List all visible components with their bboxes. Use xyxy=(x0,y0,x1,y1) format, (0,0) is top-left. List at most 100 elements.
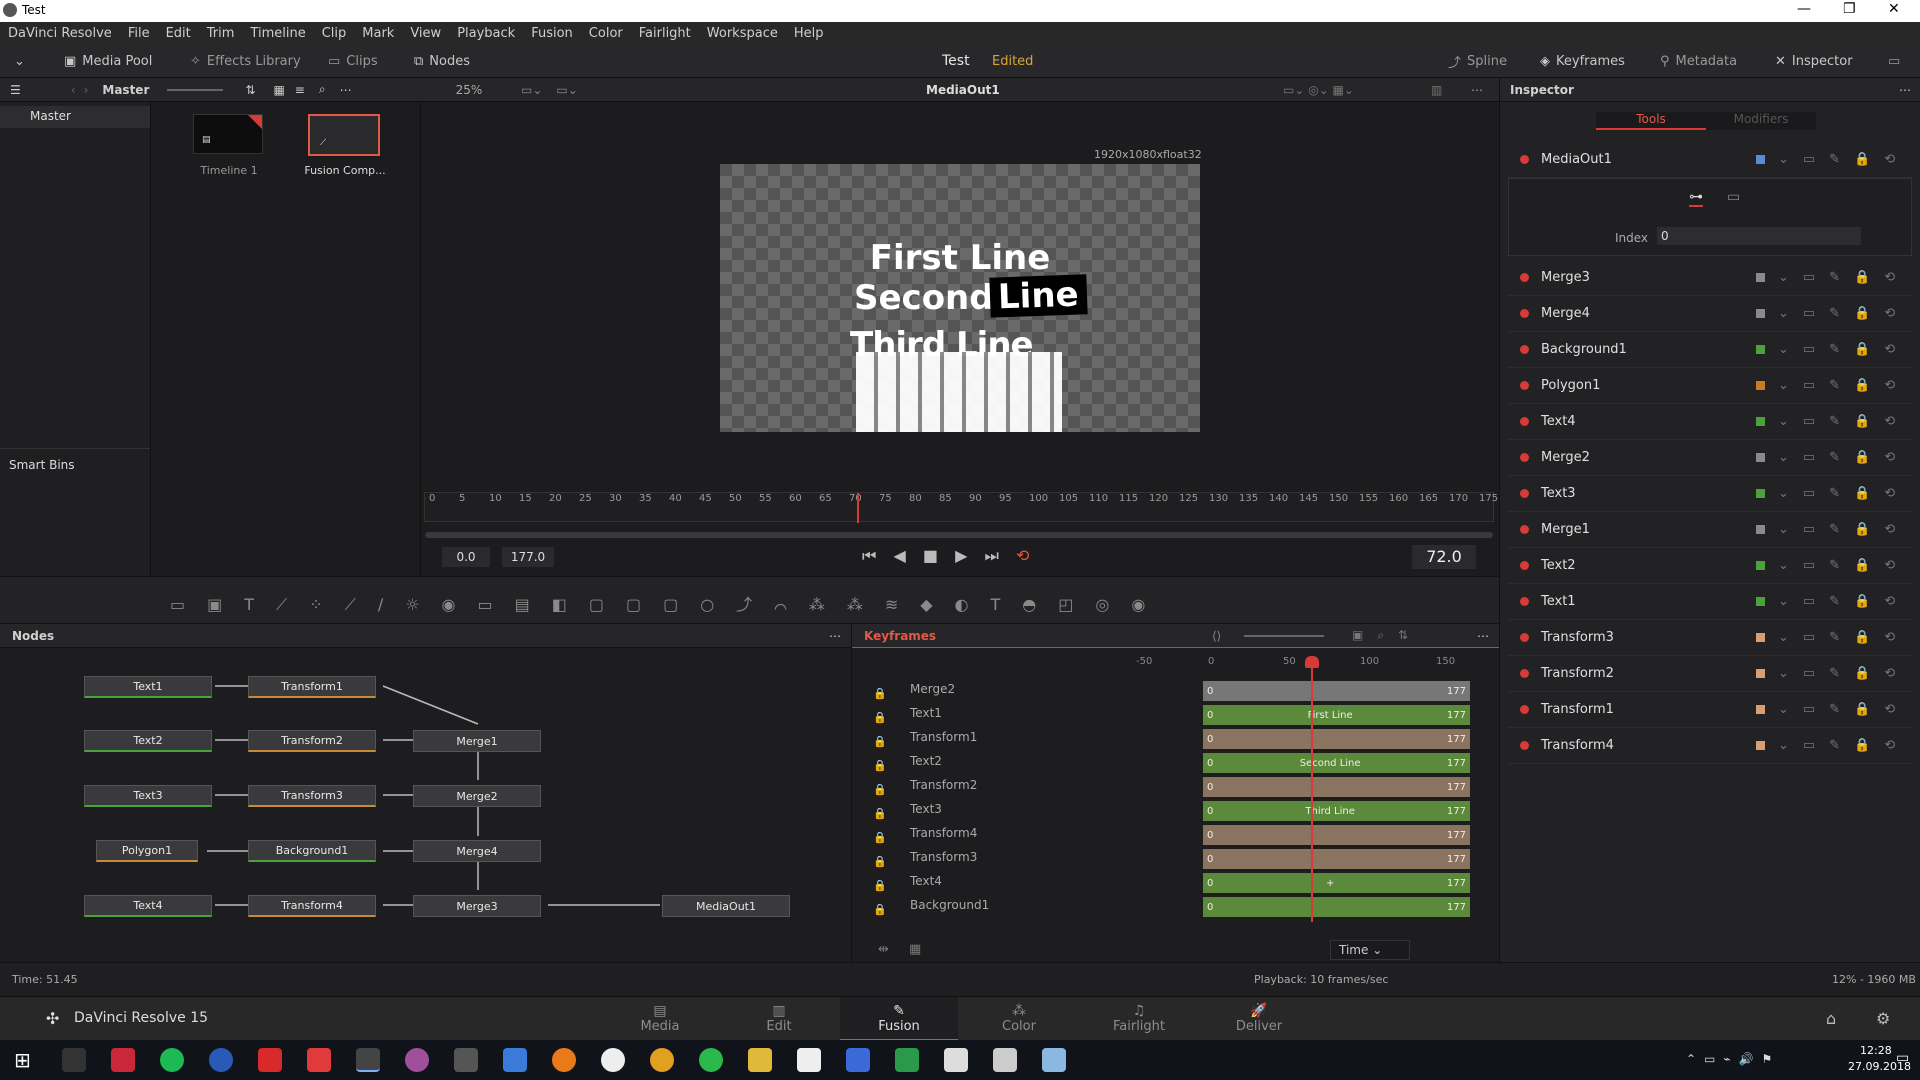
kf-bar[interactable]: 0 First Line 177 xyxy=(1203,705,1470,725)
node-transform4[interactable]: Transform4 xyxy=(248,895,376,917)
inspector-tool-row[interactable]: Polygon1 ⌄▭✎🔒⟲ xyxy=(1508,368,1912,404)
media-pool-button[interactable]: ▣ Media Pool xyxy=(64,44,152,78)
kf-track-name[interactable]: Merge2 xyxy=(910,682,955,696)
photo-app-icon[interactable] xyxy=(405,1048,429,1072)
back-icon[interactable]: ‹ xyxy=(71,83,76,97)
dual-view-icon[interactable]: ▥ xyxy=(1431,83,1442,97)
sort-icon[interactable]: ⇅ xyxy=(245,83,255,97)
page-fairlight[interactable]: ♫ Fairlight xyxy=(1080,997,1198,1041)
tool-row-icons[interactable]: ⌄▭✎🔒⟲ xyxy=(1778,414,1909,429)
node-merge4[interactable]: Merge4 xyxy=(413,840,541,862)
tool-color-swatch[interactable] xyxy=(1756,155,1765,164)
zoom-select[interactable]: 25% xyxy=(439,83,499,97)
tool-row-icons[interactable]: ⌄▭✎🔒⟲ xyxy=(1778,738,1909,753)
lock-icons[interactable]: 🔒 🔒 🔒 🔒 🔒 🔒 🔒 🔒 🔒 🔒 xyxy=(873,682,887,922)
inspector-tool-row[interactable]: Merge3 ⌄▭✎🔒⟲ xyxy=(1508,260,1912,296)
tool-color-swatch[interactable] xyxy=(1756,525,1765,534)
close-icon[interactable]: ✕ xyxy=(1888,1,1900,17)
tool-enable-dot[interactable] xyxy=(1520,669,1529,678)
tool-color-swatch[interactable] xyxy=(1756,597,1765,606)
kf-track-name[interactable]: Text2 xyxy=(910,754,942,768)
tool-row-icons[interactable]: ⌄▭✎🔒⟲ xyxy=(1778,630,1909,645)
kf-bar[interactable]: 0 177 xyxy=(1203,825,1470,845)
tool-color-swatch[interactable] xyxy=(1756,381,1765,390)
folder-icon[interactable] xyxy=(748,1048,772,1072)
kf-track-name[interactable]: Text3 xyxy=(910,802,942,816)
current-time-field[interactable]: 72.0 xyxy=(1412,545,1476,569)
tool-color-swatch[interactable] xyxy=(1756,633,1765,642)
tool-enable-dot[interactable] xyxy=(1520,155,1529,164)
tool-enable-dot[interactable] xyxy=(1520,525,1529,534)
node-text4[interactable]: Text4 xyxy=(84,895,212,917)
tab-modifiers[interactable]: Modifiers xyxy=(1706,112,1816,130)
game-icon[interactable] xyxy=(454,1048,478,1072)
tool-color-swatch[interactable] xyxy=(1756,309,1765,318)
kf-track-name[interactable]: Transform4 xyxy=(910,826,977,840)
kf-playhead[interactable] xyxy=(1311,664,1313,922)
fullscreen-icon[interactable]: ▭ xyxy=(1888,44,1900,78)
unreal-icon[interactable] xyxy=(601,1048,625,1072)
kf-bar[interactable]: 0 177 xyxy=(1203,729,1470,749)
tool-row-icons[interactable]: ⌄▭✎🔒⟲ xyxy=(1778,450,1909,465)
tool-enable-dot[interactable] xyxy=(1520,633,1529,642)
keyframes-more-icon[interactable]: ⋯ xyxy=(1477,629,1489,643)
kf-bar[interactable]: 0 177 xyxy=(1203,681,1470,701)
menu-davinci[interactable]: DaVinci Resolve xyxy=(0,26,120,41)
kf-track-name[interactable]: Transform1 xyxy=(910,730,977,744)
menu-trim[interactable]: Trim xyxy=(199,26,243,41)
effects-library-button[interactable]: ✧ Effects Library xyxy=(190,44,301,78)
start-time-field[interactable]: 0.0 xyxy=(442,547,490,567)
browser-icon[interactable] xyxy=(209,1048,233,1072)
controls-tab-icon[interactable]: ⊶ xyxy=(1689,189,1703,207)
kf-bar[interactable]: 0 177 xyxy=(1203,849,1470,869)
node-text3[interactable]: Text3 xyxy=(84,785,212,807)
tool-enable-dot[interactable] xyxy=(1520,345,1529,354)
tool-row-icons[interactable]: ⌄▭✎🔒⟲ xyxy=(1778,594,1909,609)
tool-enable-dot[interactable] xyxy=(1520,741,1529,750)
inspector-tool-row[interactable]: Transform4 ⌄▭✎🔒⟲ xyxy=(1508,728,1912,764)
step-back-icon[interactable]: ◀ xyxy=(894,546,906,565)
kf-bar[interactable]: 0 177 xyxy=(1203,897,1470,917)
menu-timeline[interactable]: Timeline xyxy=(242,26,313,41)
tool-icons[interactable]: ▭▣T⟋⁘⟋∕☼◉▭▤◧▢▢▢○⤴⌒⁂⁂≋◆◐T◓◰◎◉ xyxy=(170,591,1167,615)
panel-toggle-button[interactable]: ⌄ xyxy=(14,44,25,78)
keyframe-tool-icons[interactable]: ▣⌕⇅ xyxy=(1352,628,1422,643)
tool-row-icons[interactable]: ⌄▭✎🔒⟲ xyxy=(1778,666,1909,681)
inspector-tool-row[interactable]: Text2 ⌄▭✎🔒⟲ xyxy=(1508,548,1912,584)
tool-enable-dot[interactable] xyxy=(1520,453,1529,462)
start-icon[interactable]: ⊞ xyxy=(14,1048,31,1072)
kf-bar[interactable]: 0 177 xyxy=(1203,777,1470,797)
tool-enable-dot[interactable] xyxy=(1520,309,1529,318)
node-text2[interactable]: Text2 xyxy=(84,730,212,752)
tool-enable-dot[interactable] xyxy=(1520,417,1529,426)
maximize-icon[interactable]: ❐ xyxy=(1843,1,1856,17)
kf-track-name[interactable]: Text4 xyxy=(910,874,942,888)
kf-playhead-handle[interactable] xyxy=(1305,656,1319,668)
bin-master[interactable]: Master xyxy=(0,106,150,128)
viewer-layout-icon[interactable]: ▭⌄ xyxy=(521,83,542,97)
page-edit[interactable]: ▥ Edit xyxy=(720,997,838,1041)
inspector-tool-row[interactable]: Text4 ⌄▭✎🔒⟲ xyxy=(1508,404,1912,440)
edit-app-icon[interactable] xyxy=(503,1048,527,1072)
menu-fusion[interactable]: Fusion xyxy=(523,26,581,41)
menu-help[interactable]: Help xyxy=(786,26,832,41)
inspector-tool-row[interactable]: Merge4 ⌄▭✎🔒⟲ xyxy=(1508,296,1912,332)
tool-color-swatch[interactable] xyxy=(1756,741,1765,750)
metadata-button[interactable]: ⚲ Metadata xyxy=(1660,44,1737,78)
time-ruler[interactable]: 0 5 10 15 20 25 30 35 40 45 50 55 60 65 … xyxy=(424,492,1498,523)
tool-row-icons[interactable]: ⌄▭✎🔒⟲ xyxy=(1778,378,1909,393)
menu-color[interactable]: Color xyxy=(581,26,631,41)
inspector-tool-row[interactable]: Merge2 ⌄▭✎🔒⟲ xyxy=(1508,440,1912,476)
tool-color-swatch[interactable] xyxy=(1756,669,1765,678)
tool-row-icons[interactable]: ⌄▭✎🔒⟲ xyxy=(1778,558,1909,573)
inspector-tool-row[interactable]: Text3 ⌄▭✎🔒⟲ xyxy=(1508,476,1912,512)
index-field[interactable]: 0 xyxy=(1657,227,1861,245)
scrub-bar[interactable] xyxy=(425,532,1493,538)
tool-row-icons[interactable]: ⌄▭✎🔒⟲ xyxy=(1778,270,1909,285)
playhead[interactable] xyxy=(857,493,859,523)
list-view-icon[interactable]: ☰ xyxy=(10,83,21,97)
search-icon[interactable]: ⌕ xyxy=(319,82,326,97)
tool-color-swatch[interactable] xyxy=(1756,705,1765,714)
docs-icon[interactable] xyxy=(846,1048,870,1072)
menu-fairlight[interactable]: Fairlight xyxy=(631,26,699,41)
